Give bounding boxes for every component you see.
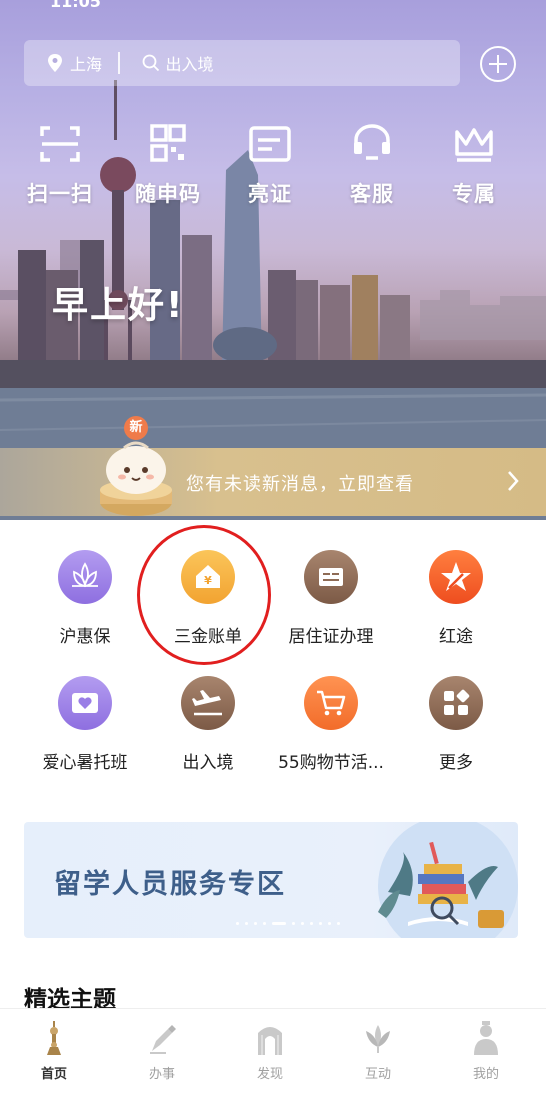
tab-interact[interactable]: 互动	[338, 1021, 418, 1082]
quick-action-label: 随申码	[135, 182, 201, 206]
status-bar: 11:05	[0, 0, 546, 11]
search-bar[interactable]: 上海 出入境	[24, 40, 460, 86]
service-shopping-festival[interactable]: 55购物节活...	[266, 676, 396, 773]
quick-action-exclusive[interactable]: 专属	[434, 124, 514, 208]
tab-label: 我的	[472, 1067, 499, 1082]
hero-banner: 11:05 上海 出入境 扫一扫 随申码 亮证 客服 专属 早上好! 您有未读新…	[0, 0, 546, 520]
books-globe-illustration	[378, 822, 518, 938]
search-input[interactable]: 出入境	[166, 51, 214, 75]
location-pin-icon	[48, 54, 62, 72]
quick-action-label: 专属	[452, 182, 496, 206]
status-icons	[424, 0, 524, 4]
id-card-icon	[249, 126, 291, 162]
service-hui-bao[interactable]: 沪惠保	[20, 550, 150, 647]
shopping-cart-icon	[304, 676, 358, 730]
add-button[interactable]	[480, 46, 516, 82]
qr-code-icon	[150, 124, 186, 162]
message-text: 您有未读新消息，立即查看	[186, 474, 414, 495]
service-summer-care[interactable]: 爱心暑托班	[20, 676, 150, 773]
status-time: 11:05	[50, 0, 101, 11]
tab-label: 发现	[256, 1067, 283, 1082]
tab-services[interactable]: 办事	[122, 1021, 202, 1082]
red-star-icon	[429, 550, 483, 604]
quick-action-id[interactable]: 亮证	[230, 124, 310, 208]
service-red-journey[interactable]: 红途	[391, 550, 521, 647]
airplane-icon	[181, 676, 235, 730]
service-label: 红途	[439, 627, 473, 647]
study-abroad-banner[interactable]: 留学人员服务专区	[24, 822, 518, 938]
service-residence-permit[interactable]: 居住证办理	[266, 550, 396, 647]
residence-card-icon	[304, 550, 358, 604]
quick-action-label: 扫一扫	[27, 182, 93, 206]
tab-discover[interactable]: 发现	[230, 1021, 310, 1082]
banner-title: 留学人员服务专区	[54, 869, 286, 900]
tab-home[interactable]: 首页	[14, 1021, 94, 1082]
service-label: 更多	[439, 753, 473, 773]
headset-icon	[354, 124, 390, 160]
service-label: 爱心暑托班	[42, 753, 128, 773]
magnolia-icon	[366, 1025, 390, 1053]
person-icon	[474, 1021, 498, 1055]
more-grid-icon	[429, 676, 483, 730]
tab-label: 办事	[148, 1067, 175, 1082]
message-banner[interactable]: 您有未读新消息，立即查看	[0, 448, 546, 516]
quick-action-service[interactable]: 客服	[332, 124, 412, 208]
highlight-circle	[137, 525, 271, 665]
search-divider	[118, 52, 120, 74]
quick-action-label: 客服	[350, 182, 394, 206]
arch-icon	[258, 1027, 282, 1055]
quick-action-label: 亮证	[248, 182, 292, 206]
tab-profile[interactable]: 我的	[446, 1021, 526, 1082]
heart-ticket-icon	[58, 676, 112, 730]
home-tower-icon	[47, 1021, 61, 1055]
quick-action-scan[interactable]: 扫一扫	[20, 124, 100, 208]
service-exit-entry[interactable]: 出入境	[143, 676, 273, 773]
carousel-dots	[236, 922, 340, 925]
scan-icon	[40, 126, 80, 162]
service-label: 55购物节活...	[278, 753, 384, 773]
greeting-text: 早上好!	[52, 285, 185, 326]
chevron-right-icon	[508, 471, 519, 491]
service-label: 沪惠保	[59, 627, 111, 647]
pen-icon	[150, 1025, 176, 1054]
location-label[interactable]: 上海	[70, 51, 102, 75]
bottom-tab-bar: 首页 办事 发现 互动 我的	[0, 1008, 546, 1103]
service-label: 居住证办理	[288, 627, 374, 647]
new-badge: 新	[124, 416, 148, 440]
search-icon	[142, 54, 159, 72]
quick-action-qr[interactable]: 随申码	[128, 124, 208, 208]
service-label: 出入境	[182, 753, 234, 773]
lotus-icon	[58, 550, 112, 604]
tab-label: 首页	[40, 1067, 67, 1082]
crown-icon	[455, 128, 493, 162]
service-more[interactable]: 更多	[391, 676, 521, 773]
tab-label: 互动	[364, 1067, 391, 1082]
